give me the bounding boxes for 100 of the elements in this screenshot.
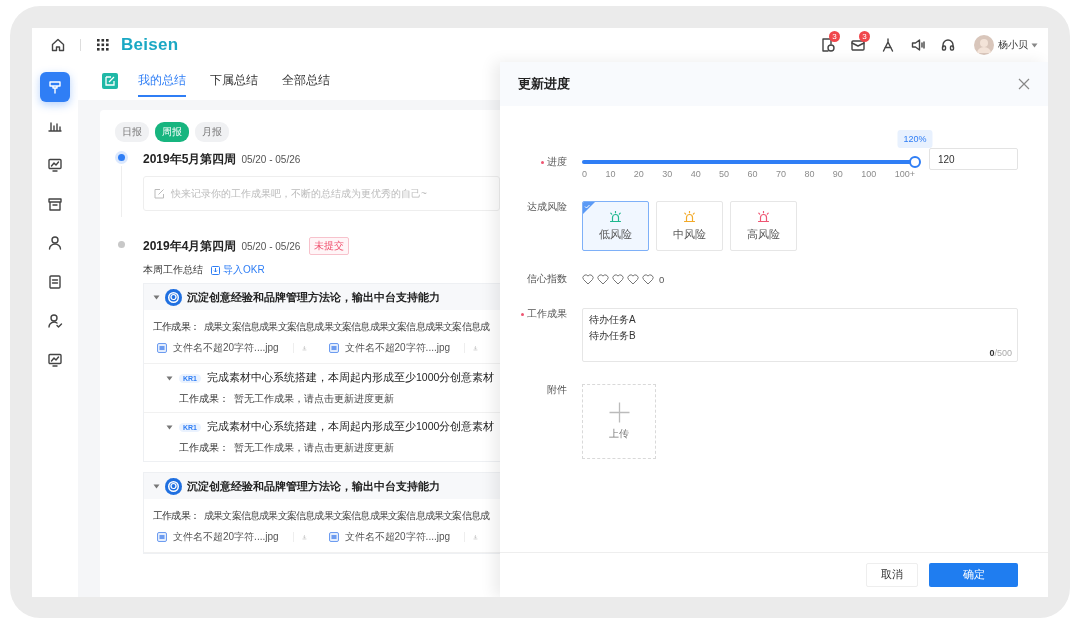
plus-icon (608, 402, 630, 423)
import-icon (211, 265, 220, 275)
monitor-chart-icon (47, 352, 63, 368)
objective-header[interactable]: O 沉淀创意经验和品牌管理方法论，输出中台支持能力 (144, 473, 500, 499)
file-attachment[interactable]: 文件名不超20字符....jpg (157, 341, 279, 355)
section-label: 本周工作总结 (143, 263, 203, 277)
compass-icon[interactable] (880, 37, 896, 53)
close-icon (1018, 78, 1030, 90)
tick-label: 70 (775, 169, 786, 179)
drawer-title: 更新进度 (518, 75, 570, 93)
objective-badge: O (165, 477, 182, 495)
tick-label: 80 (804, 169, 815, 179)
alarm-light-icon (609, 210, 622, 223)
result-label: 工作成果： (179, 392, 229, 406)
tab[interactable]: 下属总结 (210, 65, 258, 97)
apps-icon[interactable] (95, 37, 111, 53)
monitor-chart-icon (47, 157, 63, 173)
document-icon (47, 274, 63, 290)
file-attachment[interactable]: 文件名不超20字符....jpg (328, 341, 451, 355)
heart-icon (642, 274, 654, 285)
result-label: 工作成果： (153, 509, 199, 523)
tick-label: 30 (662, 169, 673, 179)
result-text: 暂无工作成果，请点击更新进度更新 (234, 392, 394, 406)
tick-label: 0 (582, 169, 587, 179)
image-file-icon (328, 343, 339, 353)
tick-label: 100 (861, 169, 877, 179)
alarm-light-icon (757, 210, 770, 223)
key-result-title: 完成素材中心系统搭建，本周起内形成至少1000分创意素材 (207, 420, 495, 434)
caret-icon[interactable] (153, 294, 160, 300)
field-label: 进度 (547, 156, 567, 169)
key-result-title: 完成素材中心系统搭建，本周起内形成至少1000分创意素材 (207, 371, 495, 385)
upload-button[interactable]: 上传 (582, 384, 656, 459)
caret-icon[interactable] (1031, 42, 1038, 48)
caret-icon[interactable] (166, 424, 173, 430)
import-link[interactable]: 导入OKR (211, 263, 265, 277)
result-text: 成果文案信息成果文案信息成果文案信息成果文案信息成果文案信息成 (204, 320, 490, 334)
progress-input[interactable]: 120 (929, 148, 1018, 170)
mail-icon[interactable] (850, 37, 866, 53)
objective-title: 沉淀创意经验和品牌管理方法论，输出中台支持能力 (187, 289, 440, 305)
result-text: 暂无工作成果，请点击更新进度更新 (234, 441, 394, 455)
home-icon[interactable] (50, 37, 66, 53)
date-range: 05/20 - 05/26 (241, 153, 301, 165)
cancel-button[interactable]: 取消 (866, 563, 918, 587)
person-check-icon (47, 313, 63, 329)
logo: Beisen (121, 35, 179, 55)
heart-icon (612, 274, 624, 285)
alarm-light-icon (683, 210, 696, 223)
objective-title: 沉淀创意经验和品牌管理方法论，输出中台支持能力 (187, 478, 440, 494)
risk-option[interactable]: 中风险 (656, 201, 723, 251)
rating-value: 0 (659, 274, 665, 285)
tab[interactable]: 我的总结 (138, 65, 186, 97)
tick-label: 60 (747, 169, 758, 179)
brush-icon (47, 79, 63, 95)
check-corner-icon (583, 202, 595, 214)
field-label: 信心指数 (527, 273, 567, 286)
week-title: 2019年4月第四周 (143, 237, 237, 255)
tick-label: 90 (832, 169, 843, 179)
tick-label: 100+ (894, 169, 915, 179)
heart-icon (582, 274, 594, 285)
week-title: 2019年5月第四周 (143, 150, 237, 168)
heart-rating[interactable]: 0 (582, 273, 665, 286)
caret-icon[interactable] (166, 375, 173, 381)
confirm-button[interactable]: 确定 (929, 563, 1018, 587)
heart-icon (597, 274, 609, 285)
headset-icon[interactable] (940, 37, 956, 53)
notification-badge: 3 (859, 31, 870, 42)
edit-icon (154, 188, 165, 199)
image-file-icon (328, 532, 339, 542)
slider-thumb[interactable] (909, 156, 921, 168)
tick-label: 50 (719, 169, 730, 179)
risk-option[interactable]: 低风险 (582, 201, 649, 251)
heart-icon (627, 274, 639, 285)
result-label: 工作成果： (179, 441, 229, 455)
objective-badge: O (165, 288, 182, 306)
filter-pill[interactable]: 月报 (195, 122, 229, 142)
file-attachment[interactable]: 文件名不超20字符....jpg (157, 530, 279, 544)
speaker-icon[interactable] (910, 37, 926, 53)
risk-option[interactable]: 高风险 (730, 201, 797, 251)
image-file-icon (157, 343, 167, 353)
result-label: 工作成果： (153, 320, 199, 334)
tick-label: 40 (690, 169, 701, 179)
field-label: 附件 (547, 384, 567, 397)
caret-icon[interactable] (153, 483, 160, 489)
tab[interactable]: 全部总结 (282, 65, 330, 97)
user-name[interactable]: 杨小贝 (998, 38, 1028, 52)
filter-pill[interactable]: 日报 (115, 122, 149, 142)
file-attachment[interactable]: 文件名不超20字符....jpg (328, 530, 451, 544)
char-counter: 0/500 (989, 348, 1012, 358)
objective-header[interactable]: O 沉淀创意经验和品牌管理方法论，输出中台支持能力 (144, 284, 500, 310)
notification-badge: 3 (829, 31, 840, 42)
value-tooltip: 120% (897, 130, 933, 148)
field-label: 达成风险 (527, 201, 567, 214)
close-button[interactable] (1018, 78, 1030, 90)
tick-label: 10 (605, 169, 616, 179)
image-file-icon (157, 532, 167, 542)
field-label: 工作成果 (527, 308, 567, 321)
result-text: 成果文案信息成果文案信息成果文案信息成果文案信息成果文案信息成 (204, 509, 490, 523)
person-icon (47, 235, 63, 251)
tick-label: 20 (633, 169, 644, 179)
date-range: 05/20 - 05/26 (241, 240, 301, 252)
